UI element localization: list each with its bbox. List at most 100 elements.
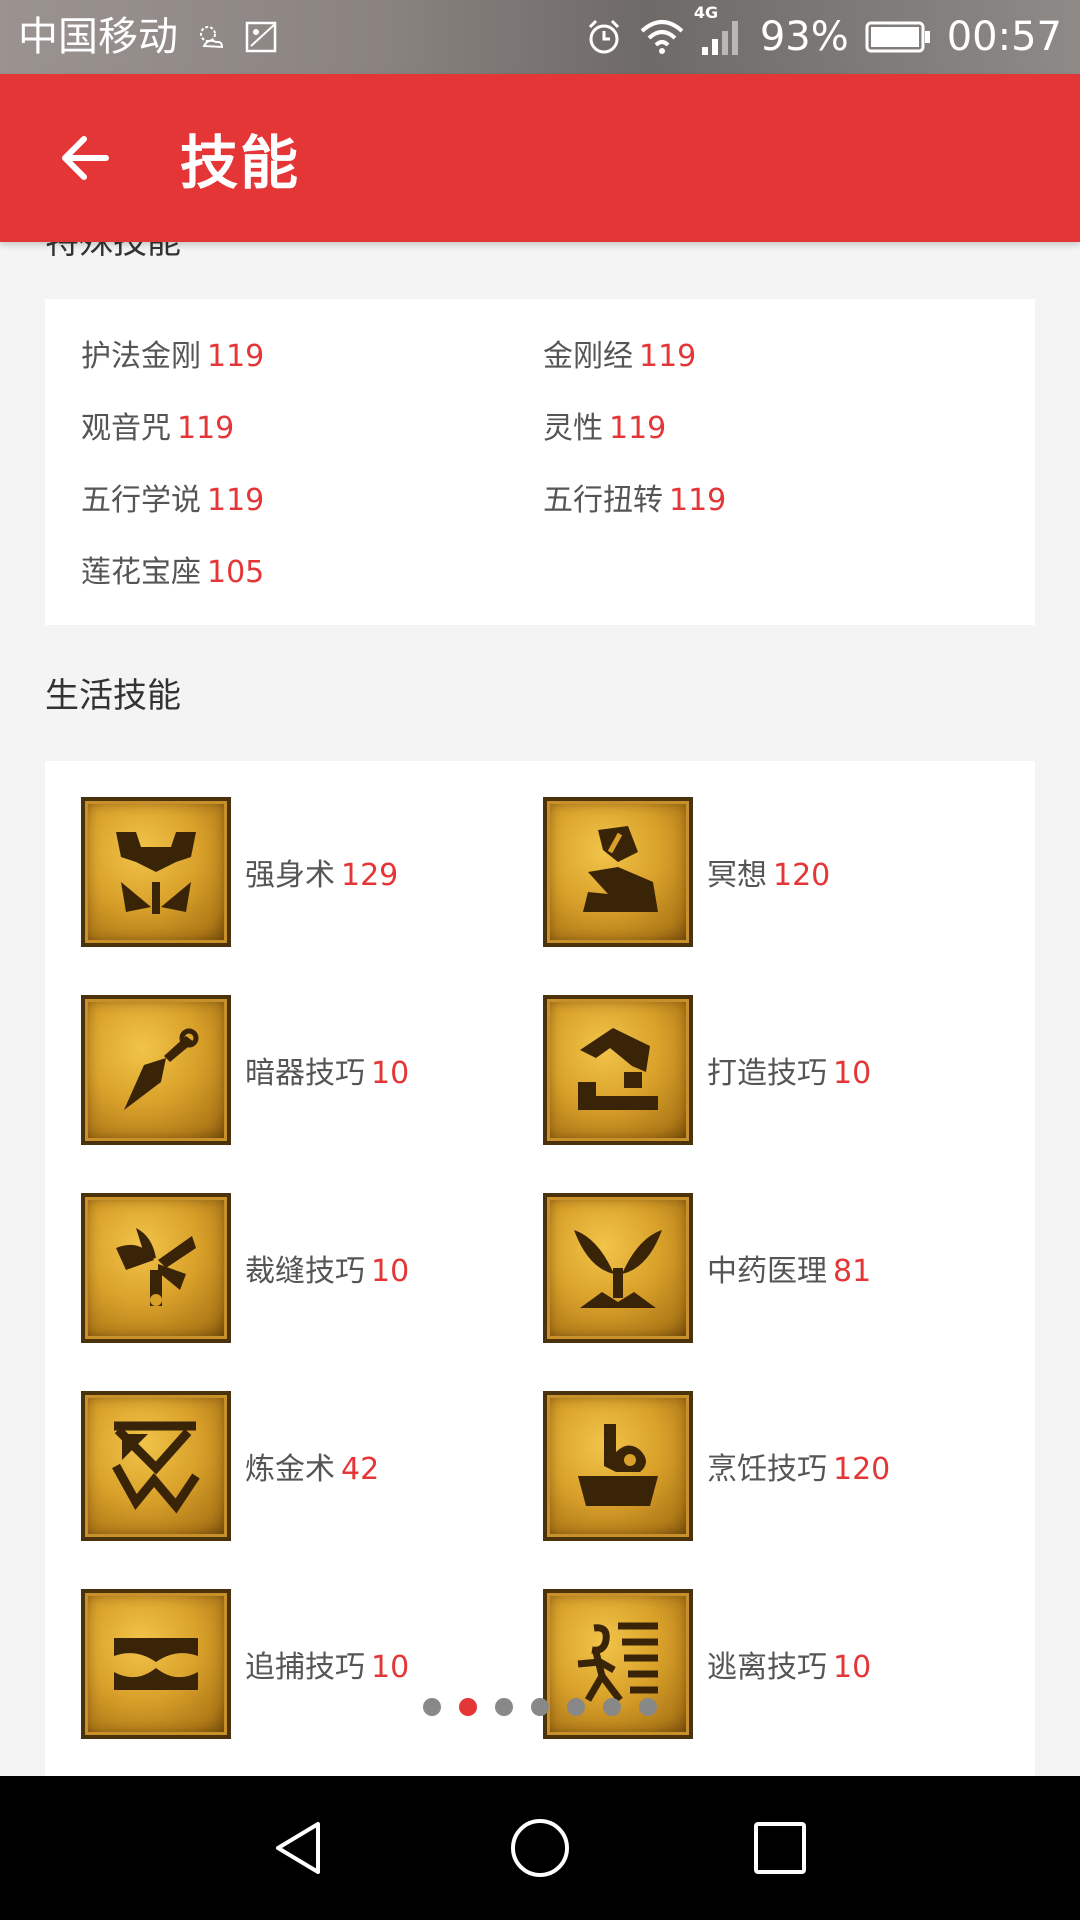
life-skill-item[interactable]: 追捕技巧 10 bbox=[81, 1589, 409, 1739]
arrow-left-icon bbox=[62, 136, 109, 180]
nav-recents-button[interactable] bbox=[740, 1808, 820, 1888]
skill-level: 120 bbox=[833, 1452, 891, 1487]
skill-name: 五行扭转 bbox=[543, 483, 663, 518]
life-skill-item[interactable]: 暗器技巧 10 bbox=[81, 995, 409, 1145]
battery-percent: 93% bbox=[759, 14, 849, 60]
special-skill-item: 护法金刚 119 bbox=[81, 331, 264, 375]
skill-level: 119 bbox=[177, 411, 235, 446]
life-skill-item[interactable]: 打造技巧 10 bbox=[543, 995, 871, 1145]
special-skill-item: 莲花宝座 105 bbox=[81, 547, 264, 591]
page-dot[interactable] bbox=[531, 1698, 549, 1716]
life-skill-item[interactable]: 中药医理 81 bbox=[543, 1193, 871, 1343]
escape-icon bbox=[543, 1589, 693, 1739]
dart-icon bbox=[81, 995, 231, 1145]
app-bar: 技能 bbox=[0, 74, 1080, 242]
skill-name: 强身术 bbox=[245, 858, 335, 893]
skill-level: 120 bbox=[773, 858, 831, 893]
skill-level: 129 bbox=[341, 858, 399, 893]
skill-name: 五行学说 bbox=[81, 483, 201, 518]
life-skill-label: 暗器技巧 10 bbox=[245, 1048, 409, 1092]
life-skills-card: 强身术 129 冥想 120 暗器技巧 10 打造技巧 10 裁缝技巧 10 中… bbox=[45, 761, 1035, 1776]
skill-name: 打造技巧 bbox=[707, 1056, 827, 1091]
nav-home-button[interactable] bbox=[500, 1808, 580, 1888]
skill-level: 119 bbox=[609, 411, 667, 446]
life-skill-item[interactable]: 裁缝技巧 10 bbox=[81, 1193, 409, 1343]
life-skill-label: 裁缝技巧 10 bbox=[245, 1246, 409, 1290]
skill-level: 10 bbox=[371, 1254, 410, 1289]
skill-level: 81 bbox=[833, 1254, 872, 1289]
skill-level: 119 bbox=[207, 339, 265, 374]
life-skill-item[interactable]: 强身术 129 bbox=[81, 797, 398, 947]
page-dot[interactable] bbox=[639, 1698, 657, 1716]
skill-name: 灵性 bbox=[543, 411, 603, 446]
skill-name: 烹饪技巧 bbox=[707, 1452, 827, 1487]
circle-home-icon bbox=[511, 1819, 569, 1877]
signal-icon: 4G bbox=[694, 3, 744, 57]
life-skill-label: 逃离技巧 10 bbox=[707, 1642, 871, 1686]
special-skills-section-title: 特殊技能 bbox=[45, 242, 181, 262]
life-skill-label: 冥想 120 bbox=[707, 850, 830, 894]
life-skill-item[interactable]: 逃离技巧 10 bbox=[543, 1589, 871, 1739]
strength-icon bbox=[81, 797, 231, 947]
skill-level: 105 bbox=[207, 555, 265, 590]
square-recents-icon bbox=[754, 1822, 806, 1874]
life-skill-item[interactable]: 冥想 120 bbox=[543, 797, 830, 947]
forging-icon bbox=[543, 995, 693, 1145]
carrier-label: 中国移动 bbox=[18, 14, 178, 60]
page-dot[interactable] bbox=[567, 1698, 585, 1716]
meditation-icon bbox=[543, 797, 693, 947]
skill-name: 中药医理 bbox=[707, 1254, 827, 1289]
life-skill-item[interactable]: 烹饪技巧 120 bbox=[543, 1391, 890, 1541]
skill-name: 莲花宝座 bbox=[81, 555, 201, 590]
cooking-icon bbox=[543, 1391, 693, 1541]
clock: 00:57 bbox=[946, 14, 1062, 60]
skill-name: 暗器技巧 bbox=[245, 1056, 365, 1091]
special-skill-item: 五行学说 119 bbox=[81, 475, 264, 519]
life-skill-item[interactable]: 炼金术 42 bbox=[81, 1391, 379, 1541]
skill-level: 10 bbox=[833, 1650, 872, 1685]
skill-name: 金刚经 bbox=[543, 339, 633, 374]
skills-scroll-area[interactable]: 特殊技能 护法金刚 119 金刚经 119 观音咒 119 灵性 119 五行学说 119… bbox=[0, 242, 1080, 1776]
skill-name: 裁缝技巧 bbox=[245, 1254, 365, 1289]
life-skill-label: 中药医理 81 bbox=[707, 1246, 871, 1290]
special-skill-item: 灵性 119 bbox=[543, 403, 666, 447]
nav-back-button[interactable] bbox=[260, 1808, 340, 1888]
herb-icon bbox=[543, 1193, 693, 1343]
network-type-label: 4G bbox=[693, 3, 719, 22]
page-dot[interactable] bbox=[495, 1698, 513, 1716]
life-skill-label: 打造技巧 10 bbox=[707, 1048, 871, 1092]
wifi-icon bbox=[640, 19, 684, 55]
triangle-back-icon bbox=[276, 1822, 320, 1874]
page-dot[interactable] bbox=[423, 1698, 441, 1716]
life-skill-label: 烹饪技巧 120 bbox=[707, 1444, 890, 1488]
skill-level: 42 bbox=[341, 1452, 380, 1487]
skill-name: 逃离技巧 bbox=[707, 1650, 827, 1685]
back-button[interactable] bbox=[0, 74, 168, 242]
skill-level: 10 bbox=[371, 1056, 410, 1091]
tracking-icon bbox=[81, 1589, 231, 1739]
alarm-icon bbox=[584, 17, 624, 57]
page-title: 技能 bbox=[180, 129, 301, 197]
page-indicator bbox=[0, 1698, 1080, 1716]
life-skill-label: 炼金术 42 bbox=[245, 1444, 379, 1488]
skill-level: 119 bbox=[207, 483, 265, 518]
special-skill-item: 五行扭转 119 bbox=[543, 475, 726, 519]
tailoring-icon bbox=[81, 1193, 231, 1343]
skill-name: 观音咒 bbox=[81, 411, 171, 446]
weather-icon bbox=[194, 20, 228, 54]
skill-level: 10 bbox=[833, 1056, 872, 1091]
page-dot-active[interactable] bbox=[459, 1698, 477, 1716]
special-skill-item: 观音咒 119 bbox=[81, 403, 234, 447]
skill-name: 追捕技巧 bbox=[245, 1650, 365, 1685]
status-bar: 中国移动 4G 93% 00:57 bbox=[0, 0, 1080, 74]
skill-name: 冥想 bbox=[707, 858, 767, 893]
life-skill-label: 追捕技巧 10 bbox=[245, 1642, 409, 1686]
skill-name: 炼金术 bbox=[245, 1452, 335, 1487]
skill-level: 119 bbox=[639, 339, 697, 374]
skill-level: 119 bbox=[669, 483, 727, 518]
alchemy-icon bbox=[81, 1391, 231, 1541]
special-skills-card: 护法金刚 119 金刚经 119 观音咒 119 灵性 119 五行学说 119 五行扭转… bbox=[45, 299, 1035, 625]
life-skills-section-title: 生活技能 bbox=[45, 676, 181, 716]
page-dot[interactable] bbox=[603, 1698, 621, 1716]
skill-name: 护法金刚 bbox=[81, 339, 201, 374]
